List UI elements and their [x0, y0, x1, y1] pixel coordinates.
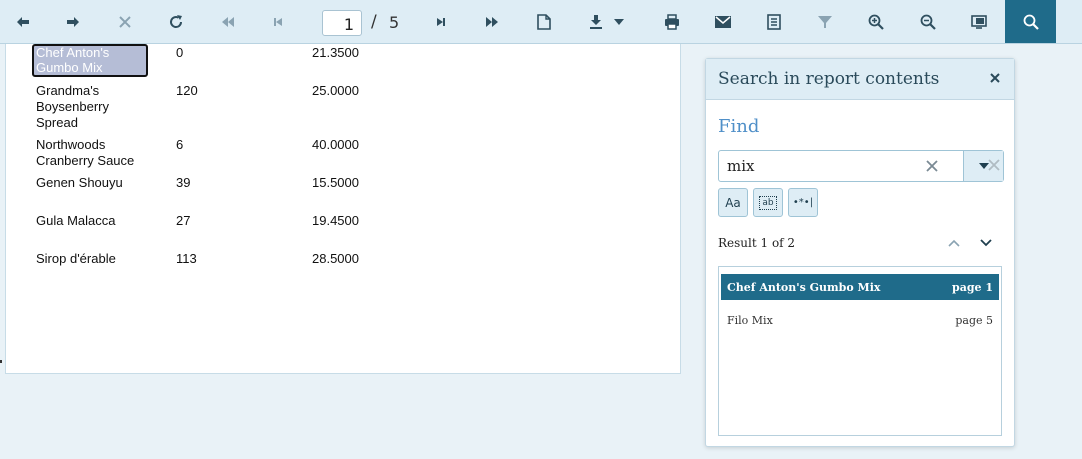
match-whole-word-button[interactable]: ab: [753, 188, 783, 217]
previous-result-button[interactable]: [946, 235, 962, 251]
unit-price: 19.4500: [312, 213, 359, 228]
search-panel-title: Search in report contents: [718, 69, 940, 89]
print-preview-button[interactable]: [526, 4, 562, 40]
unit-price: 40.0000: [312, 137, 359, 152]
units-in-stock: 27: [176, 213, 191, 228]
rewind-icon: [222, 17, 234, 27]
product-name: Genen Shouyu: [36, 175, 123, 190]
search-combobox[interactable]: mix: [718, 150, 1004, 182]
use-regex-button[interactable]: •*•|: [788, 188, 818, 217]
product-name: Sirop d'érable: [36, 251, 116, 266]
skip-next-icon: [437, 18, 445, 26]
document-icon: [537, 14, 551, 30]
clear-search-button[interactable]: [987, 158, 1001, 172]
report-viewer-toolbar: / 5: [0, 0, 1082, 44]
skip-previous-icon: [274, 18, 282, 26]
find-label: Find: [718, 116, 760, 137]
parameters-button[interactable]: [807, 4, 843, 40]
page-separator: /: [371, 12, 377, 32]
caret-down-icon: [614, 19, 624, 25]
search-result-item[interactable]: Chef Anton's Gumbo Mix page 1: [721, 274, 999, 300]
clear-search-input-button[interactable]: [925, 159, 939, 173]
unit-price: 21.3500: [312, 45, 359, 60]
close-icon: [988, 159, 1000, 171]
result-text: Chef Anton's Gumbo Mix: [727, 281, 881, 294]
download-icon: [590, 15, 602, 29]
chevron-up-icon: [948, 239, 960, 247]
search-input[interactable]: mix: [727, 157, 754, 175]
document-map-button[interactable]: [756, 4, 792, 40]
search-results-list: Chef Anton's Gumbo Mix page 1 Filo Mix p…: [718, 266, 1002, 436]
match-case-button[interactable]: Aa: [718, 188, 748, 217]
send-mail-button[interactable]: [705, 4, 741, 40]
previous-page-button[interactable]: [260, 4, 296, 40]
fast-forward-icon: [486, 17, 498, 27]
close-search-panel-button[interactable]: [988, 71, 1004, 87]
zoom-in-button[interactable]: [858, 4, 894, 40]
zoom-in-icon: [868, 14, 884, 30]
result-page: page 1: [952, 281, 993, 294]
zoom-out-icon: [920, 14, 936, 30]
document-map-icon: [767, 14, 781, 30]
result-text: Filo Mix: [727, 314, 773, 327]
units-in-stock: 0: [176, 45, 184, 60]
close-icon: [119, 16, 131, 28]
search-result-item[interactable]: Filo Mix page 5: [721, 307, 999, 333]
export-dropdown-button[interactable]: [607, 4, 631, 40]
product-name: Northwoods Cranberry Sauce: [36, 137, 135, 168]
match-case-label: Aa: [725, 195, 741, 210]
units-in-stock: 120: [176, 83, 198, 98]
regex-icon: •*•|: [792, 197, 814, 208]
units-in-stock: 113: [176, 251, 197, 266]
view-mode-button[interactable]: [961, 4, 997, 40]
zoom-out-button[interactable]: [910, 4, 946, 40]
units-in-stock: 6: [176, 137, 184, 152]
unit-price: 15.5000: [312, 175, 359, 190]
unit-price: 28.5000: [312, 251, 359, 266]
units-in-stock: 39: [176, 175, 191, 190]
close-icon: [990, 73, 1000, 83]
page-number-input[interactable]: [322, 10, 362, 36]
product-name: Grandma's Boysenberry Spread: [36, 83, 109, 130]
monitor-icon: [971, 15, 987, 29]
next-result-button[interactable]: [978, 235, 994, 251]
print-button[interactable]: [654, 4, 690, 40]
whole-word-icon: ab: [759, 195, 777, 210]
refresh-button[interactable]: [158, 4, 194, 40]
last-page-button[interactable]: [474, 4, 510, 40]
close-icon: [926, 160, 938, 172]
printer-icon: [665, 14, 679, 30]
search-button[interactable]: [1005, 0, 1056, 43]
refresh-icon: [170, 15, 183, 28]
back-icon: [17, 17, 29, 27]
next-page-button[interactable]: [423, 4, 459, 40]
mail-icon: [715, 16, 731, 28]
product-name: Chef Anton's Gumbo Mix: [36, 45, 110, 75]
forward-icon: [67, 17, 79, 27]
product-name: Gula Malacca: [36, 213, 116, 228]
unit-price: 25.0000: [312, 83, 359, 98]
result-page: page 5: [955, 314, 993, 327]
first-page-button[interactable]: [210, 4, 246, 40]
result-count: Result 1 of 2: [718, 236, 796, 250]
search-panel: Search in report contents Find mix Aa ab…: [705, 58, 1015, 447]
forward-button[interactable]: [55, 4, 91, 40]
total-pages: 5: [389, 13, 400, 32]
report-page: Chef Anton's Gumbo Mix 0 21.3500 Grandma…: [5, 44, 681, 374]
filter-icon: [818, 16, 832, 28]
search-panel-header: Search in report contents: [706, 59, 1014, 100]
stop-button[interactable]: [107, 4, 143, 40]
search-icon: [1023, 14, 1039, 30]
chevron-down-icon: [980, 239, 992, 247]
page-edge-marker: [0, 360, 2, 363]
back-button[interactable]: [5, 4, 41, 40]
